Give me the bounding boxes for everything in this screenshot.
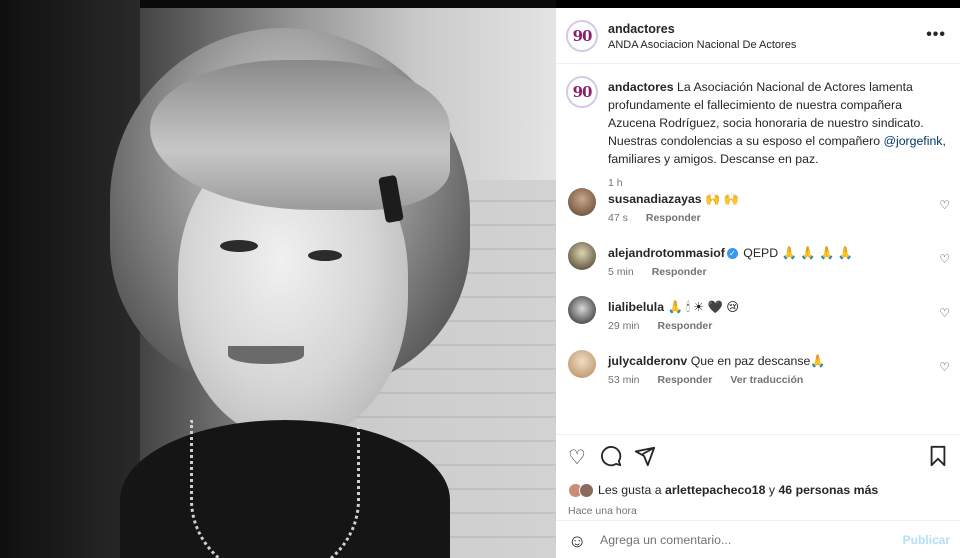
comment-meta: 29 min Responder xyxy=(608,320,730,332)
comment-item: susanadiazayas 🙌 🙌 47 s Responder ♡ xyxy=(556,186,960,240)
post-photo[interactable] xyxy=(0,0,556,558)
comment-text: QEPD 🙏 🙏 🙏 🙏 xyxy=(739,246,854,260)
author-block: andactores ANDA Asociacion Nacional De A… xyxy=(608,22,796,51)
comment-line: alejandrotommasiof ✓ QEPD 🙏 🙏 🙏 🙏 xyxy=(608,246,928,261)
comment-bubble-icon[interactable] xyxy=(600,445,622,473)
comment-like-heart-icon[interactable]: ♡ xyxy=(939,198,950,212)
commenter-avatar[interactable] xyxy=(568,242,596,270)
comment-username[interactable]: alejandrotommasiof xyxy=(608,246,725,260)
comment-line: lialibelula 🙏 🕯 ☀ 🖤 😢 xyxy=(608,300,928,315)
reply-button[interactable]: Responder xyxy=(646,212,701,224)
commenter-avatar[interactable] xyxy=(568,296,596,324)
post-side-panel: 90 andactores ANDA Asociacion Nacional D… xyxy=(556,8,960,558)
comment-item: alejandrotommasiof ✓ QEPD 🙏 🙏 🙏 🙏 5 min Re… xyxy=(556,240,960,294)
comment-input[interactable] xyxy=(600,530,900,550)
liker-username[interactable]: arlettepacheco18 xyxy=(665,483,765,497)
caption-mention[interactable]: @jorgefink xyxy=(883,134,942,148)
photo-smile xyxy=(228,346,304,364)
author-username[interactable]: andactores xyxy=(608,22,796,36)
likes-count[interactable]: 46 personas más xyxy=(778,483,878,497)
likes-summary: Les gusta a arlettepacheco18 y 46 person… xyxy=(568,483,878,499)
liker-avatar xyxy=(579,483,594,499)
comment-item: lialibelula 🙏 🕯 ☀ 🖤 😢 29 min Responder ♡ xyxy=(556,294,960,348)
reply-button[interactable]: Responder xyxy=(658,374,713,386)
post-header: 90 andactores ANDA Asociacion Nacional D… xyxy=(556,8,960,64)
more-options-icon[interactable]: ••• xyxy=(926,26,946,44)
comment-meta: 5 min Responder xyxy=(608,266,725,278)
comment-line: susanadiazayas 🙌 🙌 xyxy=(608,192,928,207)
save-bookmark-icon[interactable] xyxy=(928,445,948,473)
add-comment-bar: ☺ Publicar xyxy=(556,520,960,558)
comment-text: 🙌 🙌 xyxy=(701,192,740,206)
publish-button[interactable]: Publicar xyxy=(903,533,950,547)
comment-time: 47 s xyxy=(608,212,628,224)
comment-time: 5 min xyxy=(608,266,634,278)
post-actions: ♡ Les gusta a arlettepacheco18 y 46 pers… xyxy=(556,434,960,534)
comment-username[interactable]: julycalderonv xyxy=(608,354,687,368)
comment-text: Que en paz descanse🙏 xyxy=(687,354,826,368)
post-caption: andactores La Asociación Nacional de Act… xyxy=(608,78,946,192)
commenter-avatar[interactable] xyxy=(568,188,596,216)
comment-like-heart-icon[interactable]: ♡ xyxy=(939,360,950,374)
comment-time: 53 min xyxy=(608,374,640,386)
see-translation-button[interactable]: Ver traducción xyxy=(730,374,803,386)
comment-line: julycalderonv Que en paz descanse🙏 xyxy=(608,354,928,369)
caption-logo-text: 90 xyxy=(572,83,593,101)
photo-pearl-necklace xyxy=(190,420,360,558)
comment-meta: 47 s Responder xyxy=(608,212,719,224)
comment-like-heart-icon[interactable]: ♡ xyxy=(939,306,950,320)
like-heart-icon[interactable]: ♡ xyxy=(568,445,586,470)
reply-button[interactable]: Responder xyxy=(652,266,707,278)
author-avatar[interactable]: 90 xyxy=(566,20,598,52)
likes-middle: y xyxy=(765,483,779,497)
photo-eye-left xyxy=(220,240,258,252)
comment-username[interactable]: susanadiazayas xyxy=(608,192,702,206)
author-logo-text: 90 xyxy=(572,27,593,45)
share-send-icon[interactable] xyxy=(634,445,656,473)
caption-username[interactable]: andactores xyxy=(608,80,674,94)
comment-like-heart-icon[interactable]: ♡ xyxy=(939,252,950,266)
caption-avatar[interactable]: 90 xyxy=(566,76,598,108)
commenter-avatar[interactable] xyxy=(568,350,596,378)
comment-username[interactable]: lialibelula xyxy=(608,300,664,314)
author-subtitle[interactable]: ANDA Asociacion Nacional De Actores xyxy=(608,39,796,51)
photo-eye-right xyxy=(308,250,342,261)
likes-prefix: Les gusta a xyxy=(598,483,665,497)
comment-time: 29 min xyxy=(608,320,640,332)
verified-badge-icon: ✓ xyxy=(726,248,738,260)
comment-meta: 53 min Responder Ver traducción xyxy=(608,374,821,386)
reply-button[interactable]: Responder xyxy=(658,320,713,332)
comment-item: julycalderonv Que en paz descanse🙏 53 mi… xyxy=(556,348,960,402)
emoji-picker-icon[interactable]: ☺ xyxy=(568,531,586,552)
post-timestamp: Hace una hora xyxy=(568,505,637,517)
comment-text: 🙏 🕯 ☀ 🖤 😢 xyxy=(664,300,740,314)
